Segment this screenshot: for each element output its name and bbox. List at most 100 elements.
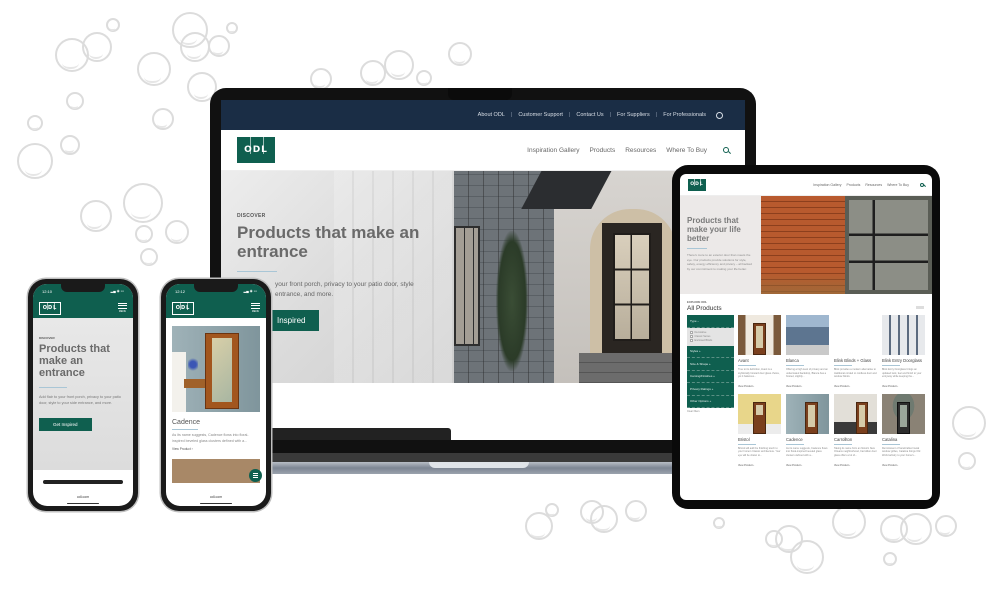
checkbox[interactable] bbox=[690, 331, 693, 334]
odl-logo[interactable]: ODL bbox=[172, 301, 194, 315]
filter-other-options[interactable]: Other Options + bbox=[687, 395, 734, 408]
front-door bbox=[602, 223, 662, 353]
main-nav: ODL Inspiration Gallery Products Resourc… bbox=[221, 130, 745, 171]
tablet-screen: ODL Inspiration Gallery Products Resourc… bbox=[680, 174, 932, 500]
nav-where-to-buy[interactable]: Where To Buy bbox=[666, 147, 707, 154]
view-product-link[interactable]: View Product › bbox=[882, 385, 925, 388]
odl-logo[interactable]: ODL bbox=[39, 301, 61, 315]
nav-resources[interactable]: Resources bbox=[625, 147, 656, 154]
hero-text-panel: Products that make your life better Ther… bbox=[680, 196, 761, 294]
product-card[interactable]: Blink Blinds + Glass Blink provides a mo… bbox=[834, 315, 877, 388]
filter-privacy-ratings[interactable]: Privacy Ratings + bbox=[687, 383, 734, 396]
divider: | bbox=[510, 112, 513, 118]
product-card[interactable]: Cadence As its name suggests, Cadence fl… bbox=[166, 318, 266, 451]
globe-icon[interactable] bbox=[716, 111, 723, 119]
phone-screen: 12:10 ▂▄ ◉ ▭ ODL MENU DISCOVER Products … bbox=[33, 284, 133, 506]
bubble-decoration bbox=[80, 200, 112, 232]
filter-styles[interactable]: Styles + bbox=[687, 345, 734, 358]
menu-label: MENU bbox=[251, 310, 260, 314]
product-name[interactable]: Bristol bbox=[738, 437, 781, 442]
menu-button[interactable]: MENU bbox=[251, 302, 260, 314]
utility-link-about[interactable]: About ODL bbox=[478, 112, 505, 118]
view-product-link[interactable]: View Product › bbox=[882, 464, 925, 467]
bubble-decoration bbox=[952, 406, 986, 440]
utility-link-contact[interactable]: Contact Us bbox=[576, 112, 603, 118]
hero-section: DISCOVER Products that make an entrance … bbox=[221, 171, 745, 383]
product-name[interactable]: Cadence bbox=[172, 419, 260, 426]
odl-logo[interactable]: ODL bbox=[688, 178, 706, 191]
product-card[interactable]: Catalina Reminiscent of handcrafted meta… bbox=[882, 393, 925, 467]
product-card[interactable]: Avant True to its definition, Avant is a… bbox=[738, 315, 781, 388]
odl-logo[interactable]: ODL bbox=[237, 137, 275, 163]
divider bbox=[738, 443, 756, 445]
bubble-decoration bbox=[17, 143, 53, 179]
bubble-decoration bbox=[958, 452, 976, 470]
clear-filters-link[interactable]: Clear filters bbox=[687, 410, 734, 413]
nav-inspiration-gallery[interactable]: Inspiration Gallery bbox=[813, 183, 841, 187]
bubble-decoration bbox=[137, 52, 171, 86]
view-toggle-icon[interactable] bbox=[916, 306, 924, 309]
product-desc: Blink Entry Doorglass brings an updated … bbox=[882, 367, 922, 379]
product-name[interactable]: Carrollton bbox=[834, 437, 877, 442]
menu-button[interactable]: MENU bbox=[118, 302, 127, 313]
filter-label: Other Options bbox=[690, 399, 709, 404]
get-inspired-button[interactable]: Get Inspired bbox=[39, 418, 92, 431]
divider bbox=[882, 443, 900, 445]
bubble-decoration bbox=[27, 115, 43, 131]
url-bar[interactable]: odl.com bbox=[166, 495, 266, 499]
checkbox[interactable] bbox=[690, 339, 693, 342]
utility-link-professionals[interactable]: For Professionals bbox=[663, 112, 706, 118]
nav-inspiration-gallery[interactable]: Inspiration Gallery bbox=[527, 147, 579, 154]
status-time: 12:12 bbox=[175, 288, 186, 294]
product-card[interactable]: Blanca Offering a high level of privacy … bbox=[786, 315, 829, 388]
view-product-link[interactable]: View Product › bbox=[172, 447, 260, 451]
product-desc: As its name suggests, Cadence flows into… bbox=[172, 433, 249, 443]
next-section-preview bbox=[43, 480, 123, 484]
product-image bbox=[172, 326, 260, 412]
filter-size-shape[interactable]: Size & Shape + bbox=[687, 358, 734, 371]
search-icon[interactable] bbox=[723, 147, 729, 153]
utility-link-support[interactable]: Customer Support bbox=[518, 112, 563, 118]
view-product-link[interactable]: View Product › bbox=[834, 464, 877, 467]
search-icon[interactable] bbox=[920, 182, 924, 187]
filter-label: Styles bbox=[690, 349, 699, 354]
nav-where-to-buy[interactable]: Where To Buy bbox=[887, 183, 909, 187]
view-product-link[interactable]: View Product › bbox=[738, 385, 781, 388]
utility-link-suppliers[interactable]: For Suppliers bbox=[617, 112, 650, 118]
product-name[interactable]: Catalina bbox=[882, 437, 925, 442]
nav-products[interactable]: Products bbox=[590, 147, 616, 154]
nav-resources[interactable]: Resources bbox=[865, 183, 882, 187]
product-name[interactable]: Blink Entry Doorglass bbox=[882, 358, 925, 363]
view-product-link[interactable]: View Product › bbox=[786, 464, 829, 467]
product-card[interactable]: Cadence As its name suggests, Cadence fl… bbox=[786, 393, 829, 467]
hero-divider bbox=[39, 387, 67, 388]
product-card[interactable]: Blink Entry Doorglass Blink Entry Doorgl… bbox=[882, 315, 925, 388]
tablet-main-nav: ODL Inspiration Gallery Products Resourc… bbox=[680, 174, 932, 196]
product-image bbox=[882, 315, 925, 355]
url-bar[interactable]: odl.com bbox=[33, 495, 133, 499]
product-name[interactable]: Cadence bbox=[786, 437, 829, 442]
product-card[interactable]: Carrollton Taking its name from an histo… bbox=[834, 393, 877, 467]
nav-products[interactable]: Products bbox=[847, 183, 861, 187]
hero-body: There's more to an exterior door than me… bbox=[687, 253, 752, 271]
bubble-decoration bbox=[123, 183, 163, 223]
product-card[interactable]: Bristol Bristol will add the finishing t… bbox=[738, 393, 781, 467]
bubble-decoration bbox=[180, 32, 210, 62]
laptop-opening-notch bbox=[429, 462, 529, 468]
view-product-link[interactable]: View Product › bbox=[786, 385, 829, 388]
filter-type[interactable]: Type – bbox=[687, 315, 734, 328]
product-name[interactable]: Blink Blinds + Glass bbox=[834, 358, 877, 363]
next-product-card[interactable] bbox=[172, 459, 260, 484]
view-product-link[interactable]: View Product › bbox=[738, 464, 781, 467]
filter-option[interactable]: Enclosed Blinds bbox=[690, 339, 731, 343]
view-product-link[interactable]: View Product › bbox=[834, 385, 877, 388]
filter-caming-finishes[interactable]: Caming/Finishes + bbox=[687, 370, 734, 383]
bubble-decoration bbox=[832, 505, 866, 539]
signal-wifi-battery-icon: ▂▄ ◉ ▭ bbox=[110, 289, 124, 293]
bubble-decoration bbox=[883, 552, 897, 566]
product-name[interactable]: Avant bbox=[738, 358, 781, 363]
checkbox[interactable] bbox=[690, 335, 693, 338]
filter-menu-fab[interactable] bbox=[249, 469, 262, 482]
bubble-decoration bbox=[545, 503, 559, 517]
product-name[interactable]: Blanca bbox=[786, 358, 829, 363]
